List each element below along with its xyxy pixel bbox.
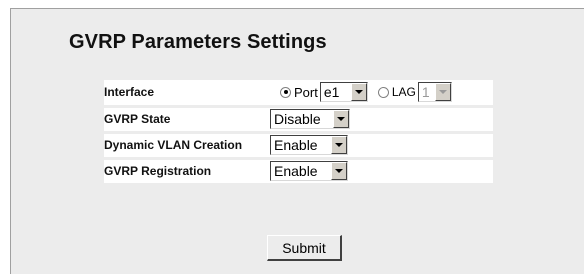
submit-button[interactable]: Submit xyxy=(267,235,342,261)
interface-label: Interface xyxy=(104,80,270,108)
gvrp-registration-row: GVRP Registration Enable xyxy=(104,158,493,186)
lag-select[interactable]: 1 xyxy=(417,82,452,103)
dynamic-vlan-creation-select[interactable]: Enable xyxy=(270,135,348,155)
gvrp-state-row: GVRP State Disable xyxy=(104,106,493,134)
gvrp-registration-label: GVRP Registration xyxy=(104,158,270,186)
port-radio-label: Port xyxy=(294,84,318,100)
chevron-down-icon[interactable] xyxy=(350,83,367,102)
gvrp-state-select[interactable]: Disable xyxy=(270,109,350,129)
chevron-down-icon[interactable] xyxy=(331,136,347,154)
dynamic-vlan-creation-row: Dynamic VLAN Creation Enable xyxy=(104,132,493,160)
gvrp-registration-value: Enable xyxy=(274,163,318,179)
interface-row: Interface Port e1 LAG 1 xyxy=(104,80,493,108)
gvrp-registration-select[interactable]: Enable xyxy=(270,161,348,181)
gvrp-state-label: GVRP State xyxy=(104,106,270,134)
interface-controls: Port e1 LAG 1 xyxy=(270,82,493,103)
chevron-down-icon[interactable] xyxy=(434,83,451,102)
chevron-down-icon[interactable] xyxy=(331,162,347,180)
gvrp-state-value: Disable xyxy=(274,111,321,127)
lag-radio-label: LAG xyxy=(391,85,416,100)
chevron-down-icon[interactable] xyxy=(333,110,349,128)
port-select-value: e1 xyxy=(323,84,340,101)
gvrp-settings-form: Interface Port e1 LAG 1 GVRP State Disab… xyxy=(104,80,493,186)
settings-panel: GVRP Parameters Settings Interface Port … xyxy=(10,8,584,274)
lag-radio[interactable] xyxy=(377,86,389,98)
port-select[interactable]: e1 xyxy=(319,82,368,103)
page-title: GVRP Parameters Settings xyxy=(69,31,327,53)
dynamic-vlan-creation-value: Enable xyxy=(274,137,318,153)
port-radio[interactable] xyxy=(280,86,291,98)
lag-select-value: 1 xyxy=(421,84,430,101)
dynamic-vlan-creation-label: Dynamic VLAN Creation xyxy=(104,132,270,160)
